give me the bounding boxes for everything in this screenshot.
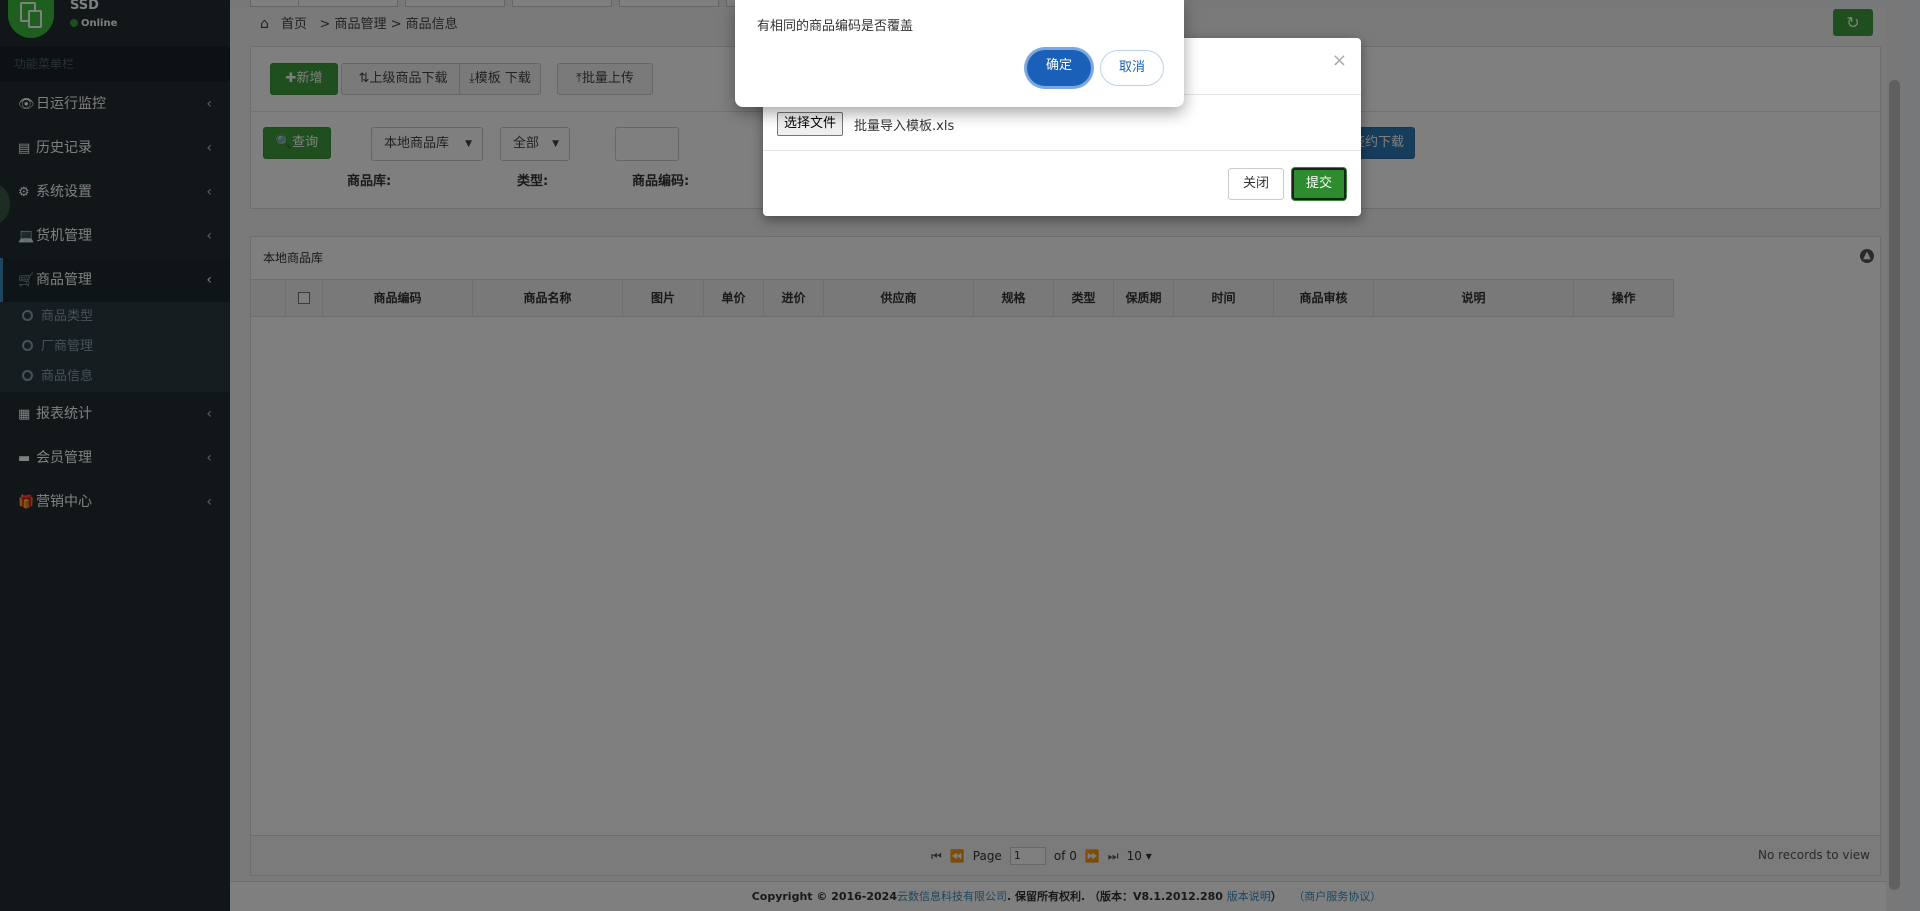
- close-icon[interactable]: ×: [1332, 50, 1347, 71]
- confirm-dialog: 有相同的商品编码是否覆盖 确定 取消: [735, 0, 1184, 107]
- choose-file-button[interactable]: 选择文件: [777, 112, 844, 136]
- confirm-cancel-button[interactable]: 取消: [1100, 50, 1164, 86]
- confirm-ok-button[interactable]: 确定: [1027, 50, 1091, 86]
- submit-button[interactable]: 提交: [1292, 168, 1346, 200]
- modal-divider: [763, 150, 1361, 151]
- selected-file-name: 批量导入模板.xls: [854, 119, 955, 134]
- close-button[interactable]: 关闭: [1228, 168, 1284, 200]
- confirm-message: 有相同的商品编码是否覆盖: [757, 19, 914, 34]
